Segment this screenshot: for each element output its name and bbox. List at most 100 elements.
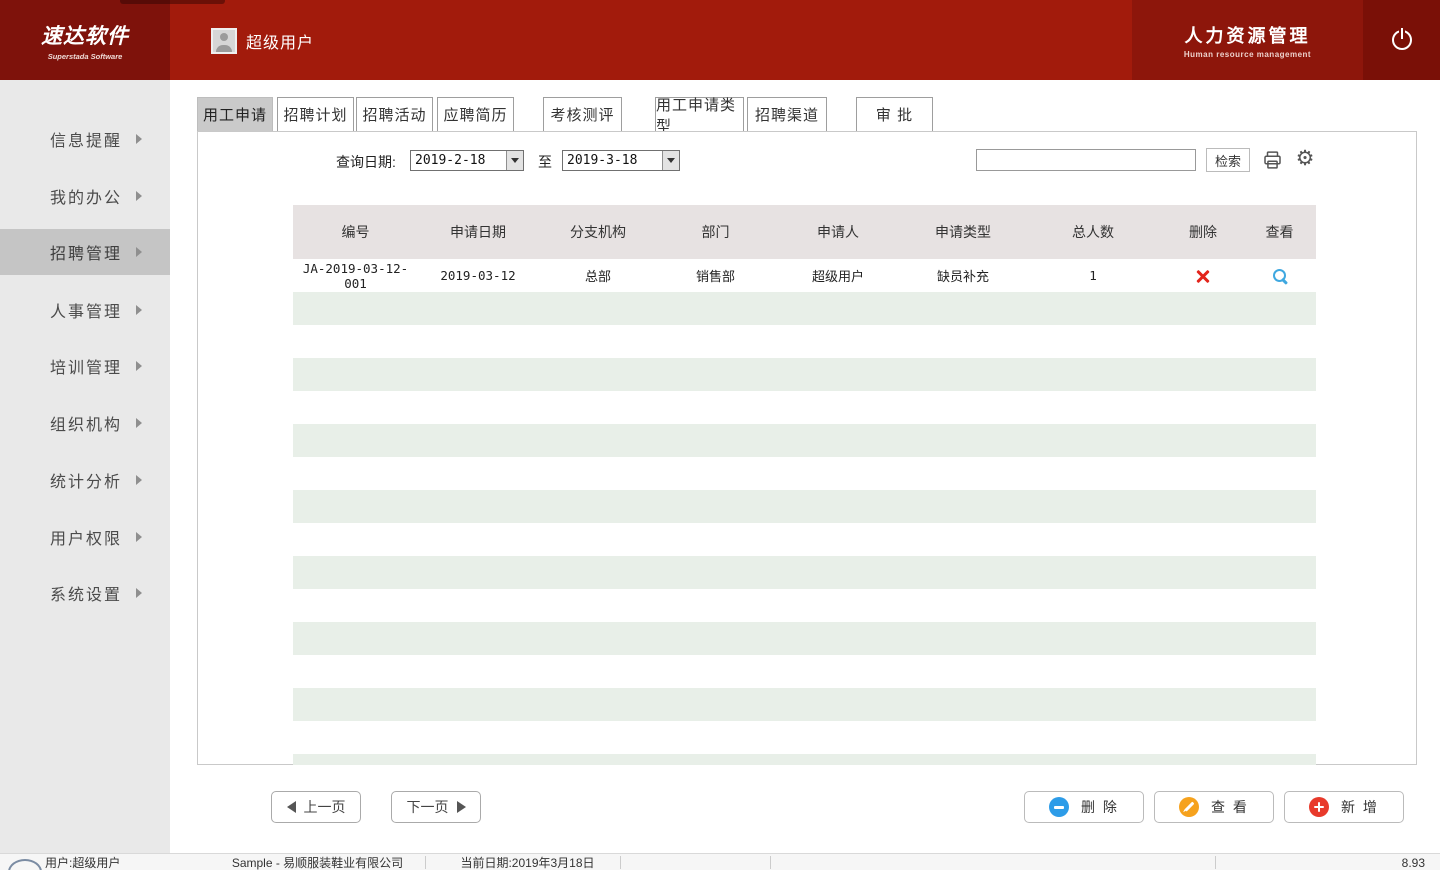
add-button[interactable]: 新 增 <box>1284 791 1404 823</box>
next-page-button[interactable]: 下一页 <box>391 791 481 823</box>
prev-page-label: 上一页 <box>304 797 346 817</box>
tab-employment-request-type[interactable]: 用工申请类型 <box>655 97 744 132</box>
tab-assessment[interactable]: 考核测评 <box>543 97 622 132</box>
empty-row <box>293 490 1316 523</box>
chevron-right-icon <box>136 532 142 542</box>
sidebar-item-organization[interactable]: 组织机构 <box>0 400 170 446</box>
sidebar-item-info-reminder[interactable]: 信息提醒 <box>0 116 170 162</box>
product-subtitle: Human resource management <box>1184 50 1311 59</box>
empty-row <box>293 556 1316 589</box>
sidebar-item-label: 我的办公 <box>50 184 122 208</box>
sidebar-item-statistics[interactable]: 统计分析 <box>0 457 170 503</box>
status-divider <box>425 856 426 869</box>
gear-icon[interactable]: ⚙ <box>1293 146 1317 172</box>
window-notch <box>120 0 225 4</box>
view-row-icon[interactable] <box>1272 268 1288 284</box>
view-button-label: 查 看 <box>1211 797 1249 817</box>
empty-row <box>293 655 1316 688</box>
sidebar-item-hr-management[interactable]: 人事管理 <box>0 287 170 333</box>
sidebar-item-label: 组织机构 <box>50 411 122 435</box>
logout-button[interactable] <box>1363 0 1440 80</box>
tab-recruit-channel[interactable]: 招聘渠道 <box>747 97 827 132</box>
tab-recruit-plan[interactable]: 招聘计划 <box>277 97 354 132</box>
empty-row <box>293 391 1316 424</box>
sidebar-item-user-permissions[interactable]: 用户权限 <box>0 514 170 560</box>
tab-label: 招聘计划 <box>283 104 347 125</box>
status-divider <box>620 856 621 869</box>
status-date: 当前日期:2019年3月18日 <box>440 854 615 870</box>
empty-row <box>293 688 1316 721</box>
sidebar-item-label: 用户权限 <box>50 525 122 549</box>
sidebar: 信息提醒 我的办公 招聘管理 人事管理 培训管理 组织机构 统计分析 用户权限 <box>0 80 170 853</box>
empty-row <box>293 622 1316 655</box>
next-arrow-icon <box>457 801 466 813</box>
power-icon <box>1392 30 1412 50</box>
column-header: 申请日期 <box>418 222 538 242</box>
sidebar-item-my-office[interactable]: 我的办公 <box>0 173 170 219</box>
tab-label: 审 批 <box>876 104 913 125</box>
top-bar: 速达软件 Superstada Software 超级用户 人力资源管理 Hum… <box>0 0 1440 80</box>
tab-label: 用工申请 <box>203 104 267 125</box>
column-header: 部门 <box>658 222 773 242</box>
chevron-right-icon <box>136 588 142 598</box>
table-row[interactable]: JA-2019-03-12-001 2019-03-12 总部 销售部 超级用户… <box>293 259 1316 292</box>
search-input[interactable] <box>976 149 1196 171</box>
pencil-circle-icon <box>1179 797 1199 817</box>
tab-employment-request[interactable]: 用工申请 <box>197 97 273 132</box>
status-company: Sample - 易顺服装鞋业有限公司 <box>200 854 435 870</box>
tab-label: 招聘活动 <box>362 104 426 125</box>
query-date-label: 查询日期: <box>336 152 408 172</box>
current-user-chip[interactable]: 超级用户 <box>211 27 314 55</box>
cell-request-id: JA-2019-03-12-001 <box>293 261 418 291</box>
cell-applicant: 超级用户 <box>773 266 903 285</box>
tab-label: 考核测评 <box>550 104 614 125</box>
sidebar-item-recruit-management[interactable]: 招聘管理 <box>0 229 170 275</box>
add-button-label: 新 增 <box>1341 797 1379 817</box>
column-header: 分支机构 <box>538 222 658 242</box>
date-from-dropdown-button[interactable] <box>506 151 523 170</box>
delete-button-label: 删 除 <box>1081 797 1119 817</box>
delete-row-icon[interactable] <box>1195 268 1211 284</box>
sidebar-item-label: 培训管理 <box>50 354 122 378</box>
search-button[interactable]: 检索 <box>1206 148 1250 172</box>
sidebar-item-label: 信息提醒 <box>50 127 122 151</box>
chevron-right-icon <box>136 191 142 201</box>
empty-row <box>293 523 1316 556</box>
sidebar-item-training-management[interactable]: 培训管理 <box>0 343 170 389</box>
date-from-select[interactable]: 2019-2-18 <box>410 150 524 171</box>
tab-recruit-activity[interactable]: 招聘活动 <box>356 97 433 132</box>
employment-request-table: 编号 申请日期 分支机构 部门 申请人 申请类型 总人数 删除 查看 JA-20… <box>293 205 1316 765</box>
empty-row <box>293 754 1316 765</box>
status-bar: 用户:超级用户 Sample - 易顺服装鞋业有限公司 当前日期:2019年3月… <box>0 853 1440 870</box>
sidebar-item-label: 统计分析 <box>50 468 122 492</box>
date-from-value: 2019-2-18 <box>411 151 506 170</box>
person-icon <box>213 30 235 52</box>
sidebar-item-system-settings[interactable]: 系统设置 <box>0 570 170 616</box>
chevron-right-icon <box>136 247 142 257</box>
printer-icon[interactable] <box>1262 150 1283 170</box>
prev-arrow-icon <box>287 801 296 813</box>
cell-request-date: 2019-03-12 <box>418 268 538 283</box>
view-button[interactable]: 查 看 <box>1154 791 1274 823</box>
tab-label: 用工申请类型 <box>656 94 743 136</box>
date-to-select[interactable]: 2019-3-18 <box>562 150 680 171</box>
cell-department: 销售部 <box>658 266 773 285</box>
empty-row <box>293 292 1316 325</box>
chevron-right-icon <box>136 134 142 144</box>
chevron-right-icon <box>136 418 142 428</box>
delete-button[interactable]: 删 除 <box>1024 791 1144 823</box>
prev-page-button[interactable]: 上一页 <box>271 791 361 823</box>
sidebar-item-label: 人事管理 <box>50 298 122 322</box>
date-to-dropdown-button[interactable] <box>662 151 679 170</box>
current-user-name: 超级用户 <box>246 29 314 53</box>
tab-approval[interactable]: 审 批 <box>856 97 933 132</box>
cell-request-type: 缺员补充 <box>903 266 1023 285</box>
cell-branch: 总部 <box>538 266 658 285</box>
column-header: 编号 <box>293 222 418 242</box>
avatar <box>211 28 237 54</box>
tab-applicant-resume[interactable]: 应聘简历 <box>437 97 514 132</box>
date-to-value: 2019-3-18 <box>563 151 662 170</box>
status-version: 8.93 <box>1402 854 1425 870</box>
status-globe-icon <box>8 859 42 870</box>
logo: 速达软件 Superstada Software <box>0 0 170 80</box>
